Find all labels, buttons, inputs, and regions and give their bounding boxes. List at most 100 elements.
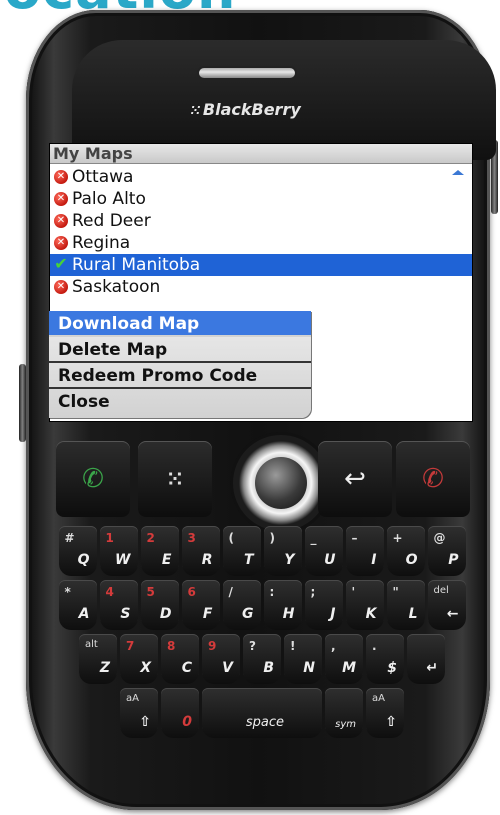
trackball-ball[interactable] — [255, 457, 307, 509]
menu-item-redeem-promo-code[interactable]: Redeem Promo Code — [49, 363, 311, 389]
key-dollar[interactable]: . $ — [366, 634, 404, 684]
menu-item-delete-map[interactable]: Delete Map — [49, 337, 311, 363]
keyboard-row-3: alt Z 7X 8C 9V ? B ! N ,M . $ ↵ — [48, 634, 476, 684]
list-item-label: Saskatoon — [72, 277, 161, 297]
key-alt-label: @ — [433, 531, 446, 545]
key-b[interactable]: ? B — [243, 634, 281, 684]
key-space[interactable]: space — [202, 688, 322, 738]
end-call-button[interactable]: ✆ — [396, 441, 470, 517]
key-label: O — [405, 552, 418, 568]
back-button[interactable]: ↩ — [318, 441, 392, 517]
key-label: I — [371, 552, 377, 568]
key-c[interactable]: 8C — [161, 634, 199, 684]
key-alt-label: 8 — [167, 639, 176, 653]
key-label: P — [448, 552, 459, 568]
key-label: E — [161, 552, 172, 568]
key-l[interactable]: " L — [386, 580, 425, 630]
key-delete[interactable]: del ← — [427, 580, 466, 630]
key-label: N — [303, 660, 315, 676]
enter-icon: ↵ — [426, 660, 438, 676]
menu-item-close[interactable]: Close — [49, 389, 311, 415]
key-f[interactable]: 6F — [181, 580, 220, 630]
key-shift-left[interactable]: aA ⇧ — [120, 688, 158, 738]
key-g[interactable]: / G — [222, 580, 261, 630]
context-menu: Download Map Delete Map Redeem Promo Cod… — [49, 311, 311, 418]
key-label: M — [342, 660, 356, 676]
keyboard-row-2: * A 4S 5D 6F / G :H ; J ' K " L del ← — [48, 580, 476, 630]
phone-call-icon: ✆ — [82, 464, 104, 494]
key-alt-label: 2 — [146, 531, 155, 545]
key-enter[interactable]: ↵ — [407, 634, 445, 684]
key-label: K — [365, 606, 377, 622]
key-t[interactable]: (T — [222, 526, 261, 576]
maps-list: ✕ Ottawa ✕ Palo Alto ✕ Red Deer ✕ Regina… — [50, 166, 472, 298]
key-u[interactable]: _ U — [304, 526, 343, 576]
key-d[interactable]: 5D — [140, 580, 179, 630]
key-w[interactable]: 1W — [99, 526, 138, 576]
key-zero[interactable]: 0 — [161, 688, 199, 738]
key-k[interactable]: ' K — [345, 580, 384, 630]
key-v[interactable]: 9V — [202, 634, 240, 684]
key-m[interactable]: ,M — [325, 634, 363, 684]
key-alt-label: ( — [228, 531, 234, 545]
key-alt-label: : — [269, 585, 275, 599]
list-item[interactable]: ✕ Red Deer — [50, 210, 472, 232]
key-s[interactable]: 4S — [99, 580, 138, 630]
key-x[interactable]: 7X — [120, 634, 158, 684]
key-label: H — [282, 606, 295, 622]
call-button[interactable]: ✆ — [56, 441, 130, 517]
list-item-label: Red Deer — [72, 211, 151, 231]
key-alt-label: ' — [351, 585, 356, 599]
key-alt-label: " — [392, 585, 399, 599]
key-alt-label: . — [372, 639, 377, 653]
key-q[interactable]: # Q — [58, 526, 97, 576]
key-shift-right[interactable]: aA ⇧ — [366, 688, 404, 738]
list-item-selected[interactable]: ✔ Rural Manitoba — [50, 254, 472, 276]
key-y[interactable]: ) Y — [263, 526, 302, 576]
menu-button[interactable]: ⁙ — [138, 441, 212, 517]
key-p[interactable]: @ P — [427, 526, 466, 576]
key-label: A — [78, 606, 90, 622]
key-z[interactable]: alt Z — [79, 634, 117, 684]
key-h[interactable]: :H — [263, 580, 302, 630]
key-a[interactable]: * A — [58, 580, 97, 630]
blackberry-logo-icon: ⁙ — [190, 104, 201, 119]
key-label: L — [408, 606, 418, 622]
blackberry-menu-icon: ⁙ — [166, 467, 184, 491]
key-alt-label: ! — [290, 639, 296, 653]
key-j[interactable]: ; J — [304, 580, 343, 630]
key-o[interactable]: + O — [386, 526, 425, 576]
key-alt-label: 7 — [126, 639, 135, 653]
keyboard-row-1: # Q 1W 2E 3R (T ) Y _ U – I + O @ P — [48, 526, 476, 576]
check-icon: ✔ — [54, 254, 68, 273]
key-label: R — [201, 552, 213, 568]
list-item-label: Ottawa — [72, 167, 134, 187]
side-convenience-button[interactable] — [19, 364, 26, 442]
list-item-label: Regina — [72, 233, 131, 253]
trackball[interactable] — [233, 435, 329, 531]
key-label: Z — [99, 660, 110, 676]
key-i[interactable]: – I — [345, 526, 384, 576]
menu-item-download-map[interactable]: Download Map — [49, 311, 311, 337]
list-item-label: Rural Manitoba — [72, 255, 201, 275]
list-item[interactable]: ✕ Regina — [50, 232, 472, 254]
list-item[interactable]: ✕ Saskatoon — [50, 276, 472, 298]
key-alt-label: _ — [310, 531, 317, 545]
key-label: sym — [335, 719, 356, 730]
back-arrow-icon: ↩ — [344, 464, 366, 494]
key-sym[interactable]: sym — [325, 688, 363, 738]
error-icon: ✕ — [54, 214, 68, 228]
key-label: J — [330, 606, 336, 622]
shift-icon: ⇧ — [385, 714, 397, 730]
key-label: S — [120, 606, 131, 622]
key-alt-label: , — [331, 639, 336, 653]
key-r[interactable]: 3R — [181, 526, 220, 576]
keyboard-row-4: aA ⇧ 0 space sym aA ⇧ — [48, 688, 476, 738]
list-item[interactable]: ✕ Palo Alto — [50, 188, 472, 210]
key-label: U — [324, 552, 336, 568]
key-n[interactable]: ! N — [284, 634, 322, 684]
key-alt-label: 1 — [105, 531, 114, 545]
key-alt-label: ; — [310, 585, 316, 599]
list-item[interactable]: ✕ Ottawa — [50, 166, 472, 188]
key-e[interactable]: 2E — [140, 526, 179, 576]
